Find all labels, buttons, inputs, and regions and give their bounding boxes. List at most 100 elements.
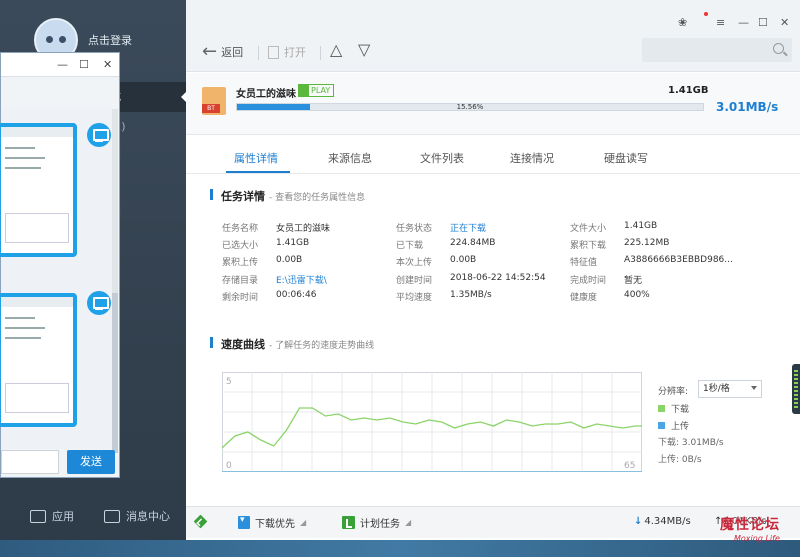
detail-label: 本次上传 xyxy=(396,258,433,268)
play-label: PLAY xyxy=(311,86,331,95)
minimize-button[interactable]: — xyxy=(57,58,68,71)
detail-label: 完成时间 xyxy=(570,276,607,286)
search-input[interactable] xyxy=(642,38,792,62)
legend-download: 下载 xyxy=(658,402,689,415)
speed-title: 速度曲线 xyxy=(221,338,265,351)
back-button[interactable]: ← 返回 xyxy=(202,43,244,61)
tab-properties[interactable]: 属性详情 xyxy=(234,150,278,166)
upload-stat: 上传: 0B/s xyxy=(658,455,702,465)
move-up-button[interactable]: △ xyxy=(330,40,342,59)
open-button[interactable]: 打开 xyxy=(268,44,306,60)
bt-tag: BT xyxy=(202,104,220,113)
search-icon[interactable] xyxy=(773,43,784,54)
detail-value: 1.41GB xyxy=(624,221,658,231)
bt-file-icon: BT xyxy=(202,87,226,115)
close-button[interactable]: ✕ xyxy=(780,16,789,29)
detail-label: 任务名称 xyxy=(222,224,259,234)
back-label: 返回 xyxy=(221,46,244,59)
detail-label: 任务状态 xyxy=(396,224,433,234)
detail-label: 特征值 xyxy=(570,258,598,268)
chat-titlebar: — ☐ ✕ xyxy=(1,53,119,77)
legend-swatch-download xyxy=(658,405,665,412)
tab-source[interactable]: 来源信息 xyxy=(328,150,372,166)
thumbnail-line xyxy=(5,337,41,339)
schedule-icon xyxy=(342,516,355,529)
collapse-button[interactable] xyxy=(193,514,208,529)
task-row[interactable]: BT 女员工的滋味 PLAY 1.41GB 15.56% 3.01MB/s xyxy=(186,73,800,135)
chat-scrollbar-thumb[interactable] xyxy=(112,293,118,453)
thumbnail-chart xyxy=(5,213,69,243)
watermark: 魔性论坛 xyxy=(720,517,780,533)
progress-text: 15.56% xyxy=(456,103,484,111)
screenshot-thumbnail[interactable] xyxy=(0,123,77,257)
sidebar-footer: 应用 消息中心 xyxy=(0,496,186,536)
tab-files[interactable]: 文件列表 xyxy=(420,150,464,166)
download-arrow-icon: ↓ xyxy=(634,516,643,527)
priority-icon xyxy=(238,515,250,529)
desktop-strip xyxy=(0,540,800,557)
detail-value: 224.84MB xyxy=(450,238,496,248)
resolution-select[interactable]: 1秒/格 xyxy=(698,380,762,398)
y-tick-bottom: 0 xyxy=(226,461,232,471)
minimize-button[interactable]: — xyxy=(738,16,749,29)
thumbnail-titlebar xyxy=(1,127,73,137)
details-subtitle: - 查看您的任务属性信息 xyxy=(269,193,366,203)
maximize-button[interactable]: ☐ xyxy=(79,58,89,71)
monitor-icon[interactable] xyxy=(87,123,111,147)
speed-subtitle: - 了解任务的速度走势曲线 xyxy=(269,341,375,351)
maximize-button[interactable]: ☐ xyxy=(758,16,768,29)
legend-swatch-upload xyxy=(658,422,665,429)
progress-bar: 15.56% xyxy=(236,103,704,111)
play-button[interactable]: PLAY xyxy=(298,84,335,97)
status-bar: 下载优先 ◢ 计划任务 ◢ ↓ 4.34MB/s ↑0.00KB/s xyxy=(186,506,800,538)
send-button[interactable]: 发送 xyxy=(67,450,115,474)
resolution-value: 1秒/格 xyxy=(703,384,730,394)
download-stat: 下载: 3.01MB/s xyxy=(658,438,724,448)
skin-icon[interactable]: ❀ xyxy=(678,16,687,29)
storage-dir-link[interactable]: E:\迅雷下载\ xyxy=(276,273,327,286)
tab-disk[interactable]: 硬盘读写 xyxy=(604,150,648,166)
detail-value: 1.35MB/s xyxy=(450,290,492,300)
thumbnail-line xyxy=(5,147,35,149)
login-link[interactable]: 点击登录 xyxy=(88,32,132,48)
screenshot-thumbnail[interactable] xyxy=(0,293,77,427)
x-tick-end: 65 xyxy=(624,461,635,471)
details-title: 任务详情 xyxy=(221,190,265,203)
detail-value: 400% xyxy=(624,290,650,300)
menu-icon[interactable]: ≡ xyxy=(716,16,725,29)
move-down-button[interactable]: ▽ xyxy=(358,40,370,59)
toolbar: ← 返回 打开 △ ▽ ❀ ≡ — ☐ ✕ xyxy=(186,0,800,72)
task-size: 1.41GB xyxy=(668,85,709,96)
detail-value: 暂无 xyxy=(624,276,643,286)
task-name: 女员工的滋味 xyxy=(236,89,296,100)
chat-messages xyxy=(0,109,113,449)
apps-button[interactable]: 应用 xyxy=(30,508,74,524)
collapse-icon xyxy=(193,514,208,529)
download-priority-button[interactable]: 下载优先 ◢ xyxy=(238,515,306,530)
chat-input[interactable] xyxy=(1,450,59,474)
detail-label: 已选大小 xyxy=(222,241,259,251)
messages-button[interactable]: 消息中心 xyxy=(104,508,170,524)
tab-connections[interactable]: 连接情况 xyxy=(510,150,554,166)
download-speed-value: 4.34MB/s xyxy=(644,516,691,527)
thumbnail-chart xyxy=(5,383,69,413)
side-grip-handle[interactable] xyxy=(792,364,800,414)
detail-value: 1.41GB xyxy=(276,238,310,248)
message-icon xyxy=(104,509,120,523)
detail-value: 225.12MB xyxy=(624,238,670,248)
dropdown-icon: ◢ xyxy=(405,518,412,527)
speed-section-title: 速度曲线 - 了解任务的速度走势曲线 xyxy=(210,336,374,352)
file-icon xyxy=(268,45,279,59)
dropdown-icon: ◢ xyxy=(300,518,307,527)
play-icon xyxy=(299,85,309,96)
open-label: 打开 xyxy=(284,46,306,59)
monitor-icon[interactable] xyxy=(87,291,111,315)
thumbnail-line xyxy=(5,327,45,329)
thumbnail-line xyxy=(5,157,45,159)
detail-tabs: 属性详情 来源信息 文件列表 连接情况 硬盘读写 xyxy=(186,144,800,174)
main-panel: ← 返回 打开 △ ▽ ❀ ≡ — ☐ ✕ BT 女员工的滋味 PLAY 1.4… xyxy=(186,0,800,540)
detail-value: 女员工的滋味 xyxy=(276,224,331,234)
close-button[interactable]: ✕ xyxy=(103,58,112,71)
scheduled-task-button[interactable]: 计划任务 ◢ xyxy=(342,515,411,530)
speed-chart-svg: 5 0 65 xyxy=(222,372,642,472)
